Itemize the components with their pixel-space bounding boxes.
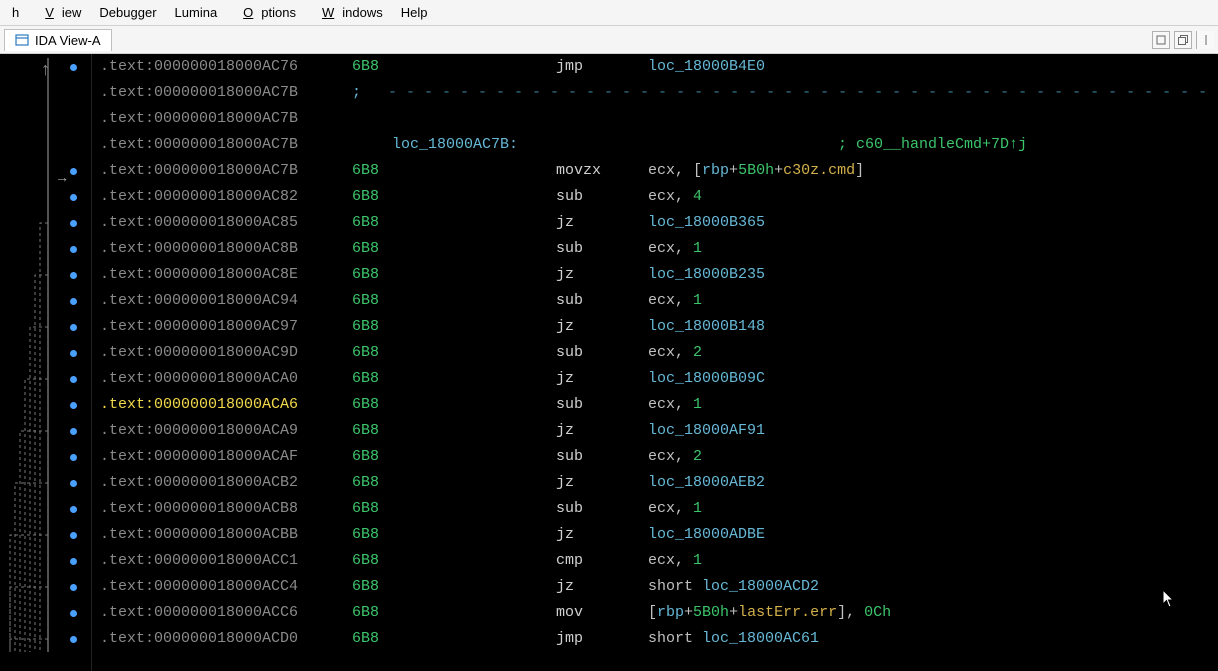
- menu-item-help[interactable]: Help: [393, 3, 436, 22]
- disasm-line[interactable]: .text:000000018000ACC16B8cmpecx, 1: [100, 548, 1218, 574]
- view-icon: [15, 33, 29, 47]
- gutter-row: [0, 184, 91, 210]
- gutter-row: [0, 600, 91, 626]
- disasm-line[interactable]: .text:000000018000ACA06B8jzloc_18000B09C: [100, 366, 1218, 392]
- flow-gutter: ↑→: [0, 54, 92, 671]
- gutter-row: [0, 210, 91, 236]
- gutter-row: →: [0, 158, 91, 184]
- menu-item-h[interactable]: h: [4, 3, 27, 22]
- gutter-row: [0, 80, 91, 106]
- gutter-row: [0, 522, 91, 548]
- gutter-row: [0, 132, 91, 158]
- disasm-line[interactable]: .text:000000018000AC7Bloc_18000AC7B:; c6…: [100, 132, 1218, 158]
- disasm-line[interactable]: .text:000000018000AC8E6B8jzloc_18000B235: [100, 262, 1218, 288]
- disasm-line[interactable]: .text:000000018000AC766B8jmploc_18000B4E…: [100, 54, 1218, 80]
- disasm-line[interactable]: .text:000000018000ACC66B8mov[rbp+5B0h+la…: [100, 600, 1218, 626]
- gutter-row: [0, 626, 91, 652]
- gutter-row: [0, 236, 91, 262]
- gutter-row: [0, 444, 91, 470]
- menu-item-windows[interactable]: Windows: [306, 3, 391, 22]
- gutter-row: [0, 470, 91, 496]
- gutter-row: [0, 496, 91, 522]
- gutter-row: [0, 548, 91, 574]
- menu-item-view[interactable]: View: [29, 3, 89, 22]
- disasm-line[interactable]: .text:000000018000AC946B8subecx, 1: [100, 288, 1218, 314]
- gutter-row: [0, 574, 91, 600]
- disasm-line[interactable]: .text:000000018000AC8B6B8subecx, 1: [100, 236, 1218, 262]
- disasm-line[interactable]: .text:000000018000ACB26B8jzloc_18000AEB2: [100, 470, 1218, 496]
- gutter-row: [0, 288, 91, 314]
- gutter-row: [0, 314, 91, 340]
- window-restore-button[interactable]: [1152, 31, 1170, 49]
- gutter-row: [0, 262, 91, 288]
- menu-item-debugger[interactable]: Debugger: [91, 3, 164, 22]
- window-float-button[interactable]: [1174, 31, 1192, 49]
- disasm-line[interactable]: .text:000000018000AC826B8subecx, 4: [100, 184, 1218, 210]
- gutter-row: [0, 106, 91, 132]
- disasm-line[interactable]: .text:000000018000AC7B; - - - - - - - - …: [100, 80, 1218, 106]
- gutter-row: [0, 340, 91, 366]
- disasm-line[interactable]: .text:000000018000AC9D6B8subecx, 2: [100, 340, 1218, 366]
- main-menubar: hViewDebuggerLuminaOptionsWindowsHelp: [0, 0, 1218, 26]
- disasm-line[interactable]: .text:000000018000ACA66B8subecx, 1: [100, 392, 1218, 418]
- disasm-line[interactable]: .text:000000018000AC7B6B8movzxecx, [rbp+…: [100, 158, 1218, 184]
- disassembly-listing[interactable]: .text:000000018000AC766B8jmploc_18000B4E…: [92, 54, 1218, 671]
- disasm-line[interactable]: .text:000000018000ACB86B8subecx, 1: [100, 496, 1218, 522]
- disasm-line[interactable]: .text:000000018000ACBB6B8jzloc_18000ADBE: [100, 522, 1218, 548]
- disasm-line[interactable]: .text:000000018000AC7B: [100, 106, 1218, 132]
- window-close-cut[interactable]: [1196, 31, 1214, 49]
- menu-item-options[interactable]: Options: [227, 3, 304, 22]
- disasm-line[interactable]: .text:000000018000ACC46B8jzshort loc_180…: [100, 574, 1218, 600]
- gutter-row: [0, 418, 91, 444]
- tab-ida-view-a[interactable]: IDA View-A: [4, 29, 112, 51]
- tab-bar: IDA View-A: [0, 26, 1218, 54]
- gutter-row: [0, 392, 91, 418]
- disasm-line[interactable]: .text:000000018000ACD06B8jmpshort loc_18…: [100, 626, 1218, 652]
- tab-label: IDA View-A: [35, 33, 101, 48]
- disasm-line[interactable]: .text:000000018000AC976B8jzloc_18000B148: [100, 314, 1218, 340]
- disasm-line[interactable]: .text:000000018000ACAF6B8subecx, 2: [100, 444, 1218, 470]
- disassembly-view[interactable]: ↑→ .text:000000018000AC766B8jmploc_18000…: [0, 54, 1218, 671]
- gutter-row: ↑: [0, 54, 91, 80]
- menu-item-lumina[interactable]: Lumina: [167, 3, 226, 22]
- disasm-line[interactable]: .text:000000018000ACA96B8jzloc_18000AF91: [100, 418, 1218, 444]
- gutter-row: [0, 366, 91, 392]
- disasm-line[interactable]: .text:000000018000AC856B8jzloc_18000B365: [100, 210, 1218, 236]
